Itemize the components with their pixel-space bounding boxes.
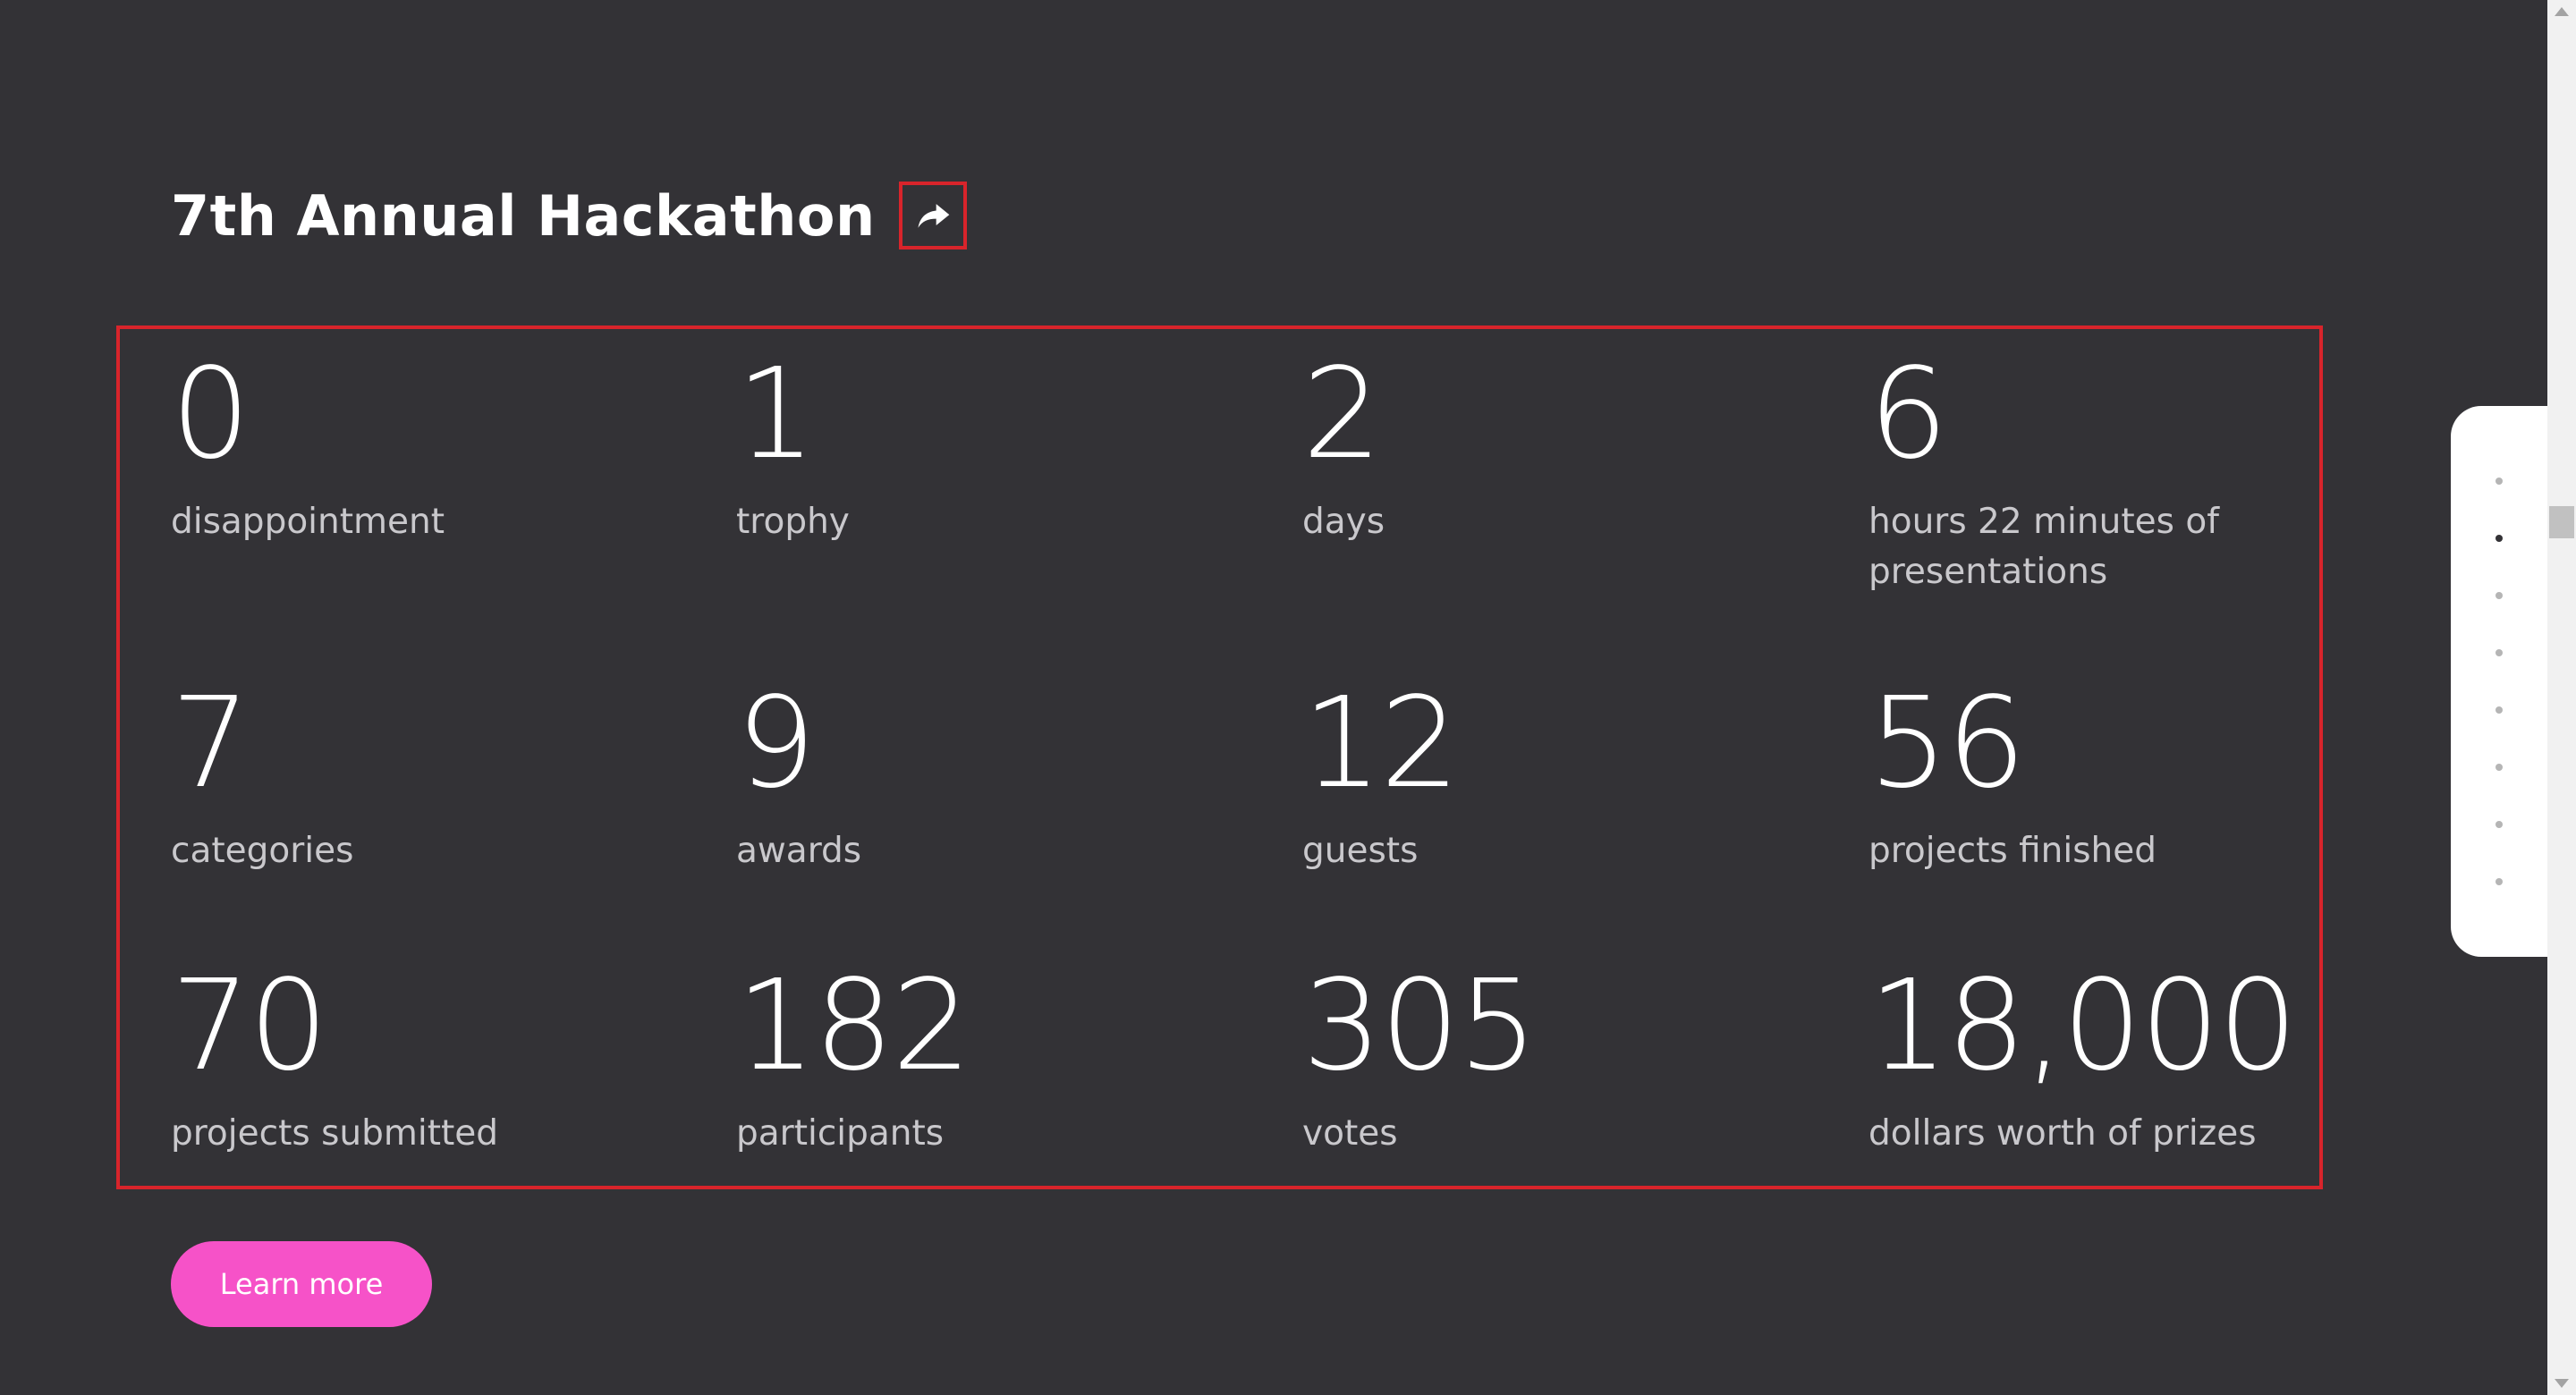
stats-grid: 0 disappointment 1 trophy 2 days 6 hours… <box>116 326 2323 1189</box>
stat-item: 56 projects finished <box>1868 681 2387 876</box>
stat-label: hours 22 minutes of presentations <box>1868 502 2219 592</box>
stat-item: 0 disappointment <box>171 352 690 547</box>
share-arrow-icon <box>918 204 949 228</box>
stat-number: 9 <box>736 671 816 816</box>
stat-item: 2 days <box>1302 352 1821 547</box>
stat-label: disappointment <box>171 502 445 542</box>
stat-item: 305 votes <box>1302 964 1821 1159</box>
stat-item: 12 guests <box>1302 681 1821 876</box>
stat-label: dollars worth of prizes <box>1868 1113 2257 1154</box>
stat-label: categories <box>171 831 354 871</box>
scroll-up-arrow-icon[interactable] <box>2555 7 2569 16</box>
stat-number: 0 <box>171 342 250 487</box>
scroll-down-arrow-icon[interactable] <box>2555 1379 2569 1388</box>
stat-number: 182 <box>736 953 971 1099</box>
stat-item: 18,000 dollars worth of prizes <box>1868 964 2387 1159</box>
stat-label: participants <box>736 1113 945 1154</box>
pagination-dot[interactable] <box>2496 764 2503 771</box>
stat-label: awards <box>736 831 862 871</box>
stat-item: 1 trophy <box>736 352 1255 547</box>
stat-label: trophy <box>736 502 850 542</box>
stat-number: 7 <box>171 671 250 816</box>
stat-item: 6 hours 22 minutes of presentations <box>1868 352 2387 597</box>
title-row: 7th Annual Hackathon <box>171 175 967 256</box>
stat-number: 2 <box>1302 342 1382 487</box>
stat-number: 12 <box>1302 671 1460 816</box>
stat-label: votes <box>1302 1113 1398 1154</box>
page-title: 7th Annual Hackathon <box>171 182 876 249</box>
stat-item: 70 projects submitted <box>171 964 690 1159</box>
stat-item: 7 categories <box>171 681 690 876</box>
pagination-dot-active[interactable] <box>2496 535 2503 542</box>
pagination-dot[interactable] <box>2496 706 2503 714</box>
share-button[interactable] <box>898 182 967 249</box>
stat-item: 9 awards <box>736 681 1255 876</box>
pagination-dot[interactable] <box>2496 478 2503 485</box>
stat-number: 305 <box>1302 953 1538 1099</box>
scroll-thumb[interactable] <box>2549 506 2574 538</box>
scrollbar[interactable] <box>2547 0 2576 1395</box>
stat-number: 56 <box>1868 671 2026 816</box>
pagination-dot[interactable] <box>2496 592 2503 599</box>
page: 7th Annual Hackathon 0 disappointment 1 … <box>0 0 2576 1395</box>
stat-label: projects finished <box>1868 831 2157 871</box>
pagination-dot[interactable] <box>2496 878 2503 885</box>
stat-number: 70 <box>171 953 328 1099</box>
stat-label: guests <box>1302 831 1419 871</box>
stat-number: 6 <box>1868 342 1948 487</box>
pagination-dot[interactable] <box>2496 649 2503 656</box>
stat-item: 182 participants <box>736 964 1255 1159</box>
pagination-dot[interactable] <box>2496 821 2503 828</box>
stat-label: days <box>1302 502 1385 542</box>
learn-more-button[interactable]: Learn more <box>171 1241 432 1327</box>
stat-number: 1 <box>736 342 816 487</box>
stat-label: projects submitted <box>171 1113 499 1154</box>
stat-number: 18,000 <box>1868 953 2298 1099</box>
